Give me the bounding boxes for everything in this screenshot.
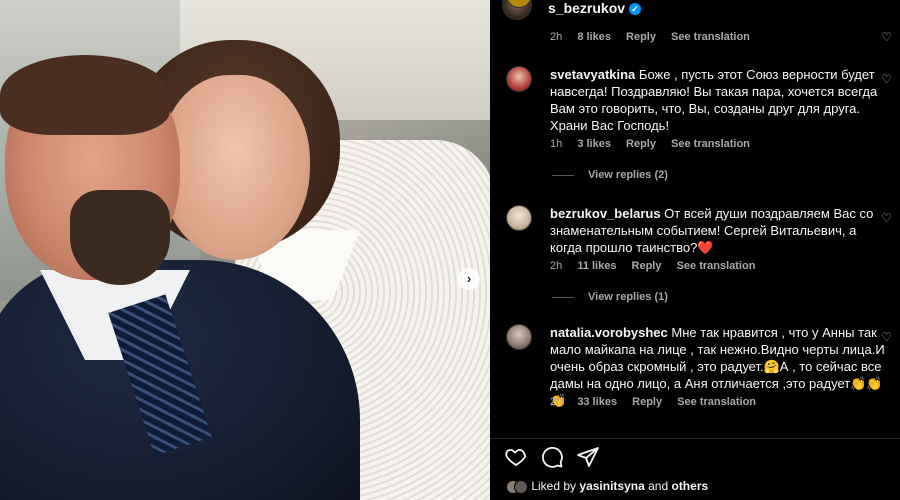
chevron-right-icon[interactable]: ›	[458, 268, 480, 290]
comment-username[interactable]: natalia.vorobyshec	[550, 325, 668, 340]
comments-panel: s_bezrukov ✓ 2h 8 likes Reply See transla…	[490, 0, 900, 500]
comment-time: 2h	[550, 31, 563, 43]
comment-meta: 2h 33 likes Reply See translation	[550, 396, 768, 408]
post-header: s_bezrukov ✓	[490, 0, 900, 28]
heart-icon[interactable]	[504, 445, 528, 469]
author-username[interactable]: s_bezrukov ✓	[548, 0, 642, 16]
comment-likes[interactable]: 3 likes	[577, 138, 611, 150]
reply-button[interactable]: Reply	[632, 260, 662, 272]
comment-time: 1h	[550, 138, 563, 150]
replies-divider-line	[552, 296, 574, 298]
see-translation-button[interactable]: See translation	[671, 31, 750, 43]
heart-icon[interactable]: ♡	[881, 30, 892, 44]
photo-woman-face	[160, 75, 310, 260]
share-icon[interactable]	[576, 445, 600, 469]
comment-time: 2h	[550, 260, 563, 272]
liked-by-user[interactable]: yasinitsyna	[579, 479, 644, 493]
post-actions-bar	[490, 438, 900, 474]
commenter-avatar[interactable]	[506, 66, 532, 92]
comment-meta: 2h 11 likes Reply See translation	[550, 260, 767, 272]
photo-man-beard	[70, 190, 170, 285]
comment-likes[interactable]: 8 likes	[577, 31, 611, 43]
commenter-avatar[interactable]	[506, 205, 532, 231]
comment-likes[interactable]: 11 likes	[577, 260, 616, 272]
heart-icon[interactable]: ♡	[881, 211, 892, 225]
liked-by-row: Liked by yasinitsyna and others	[506, 479, 708, 494]
comment-meta: 2h 8 likes Reply See translation	[550, 31, 762, 43]
liked-by-conjunction: and	[648, 479, 669, 493]
comment-time: 2h	[550, 396, 563, 408]
liked-by-label: Liked by	[531, 479, 577, 493]
reply-button[interactable]: Reply	[626, 31, 656, 43]
comment-username[interactable]: svetavyatkina	[550, 67, 635, 82]
view-replies-button[interactable]: View replies (2)	[552, 169, 668, 181]
view-replies-button[interactable]: View replies (1)	[552, 291, 668, 303]
commenter-avatar[interactable]	[506, 324, 532, 350]
liked-by-others[interactable]: others	[671, 479, 708, 493]
replies-divider-line	[552, 174, 574, 176]
reply-button[interactable]: Reply	[632, 396, 662, 408]
heart-icon[interactable]: ♡	[881, 330, 892, 344]
comment-text: bezrukov_belarus От всей души поздравляе…	[550, 205, 890, 256]
post-photo[interactable]: ›	[0, 0, 490, 500]
comment-meta: 1h 3 likes Reply See translation	[550, 138, 762, 150]
liker-avatar[interactable]	[514, 479, 528, 494]
comment-username[interactable]: bezrukov_belarus	[550, 206, 661, 221]
heart-icon[interactable]: ♡	[881, 72, 892, 86]
comment-text: svetavyatkina Боже , пусть этот Союз вер…	[550, 66, 890, 134]
see-translation-button[interactable]: See translation	[677, 260, 756, 272]
comment-likes[interactable]: 33 likes	[577, 396, 617, 408]
photo-man-hair	[0, 55, 170, 135]
verified-badge-icon: ✓	[629, 3, 642, 15]
reply-button[interactable]: Reply	[626, 138, 656, 150]
comment-icon[interactable]	[540, 445, 564, 469]
see-translation-button[interactable]: See translation	[671, 138, 750, 150]
see-translation-button[interactable]: See translation	[677, 396, 756, 408]
